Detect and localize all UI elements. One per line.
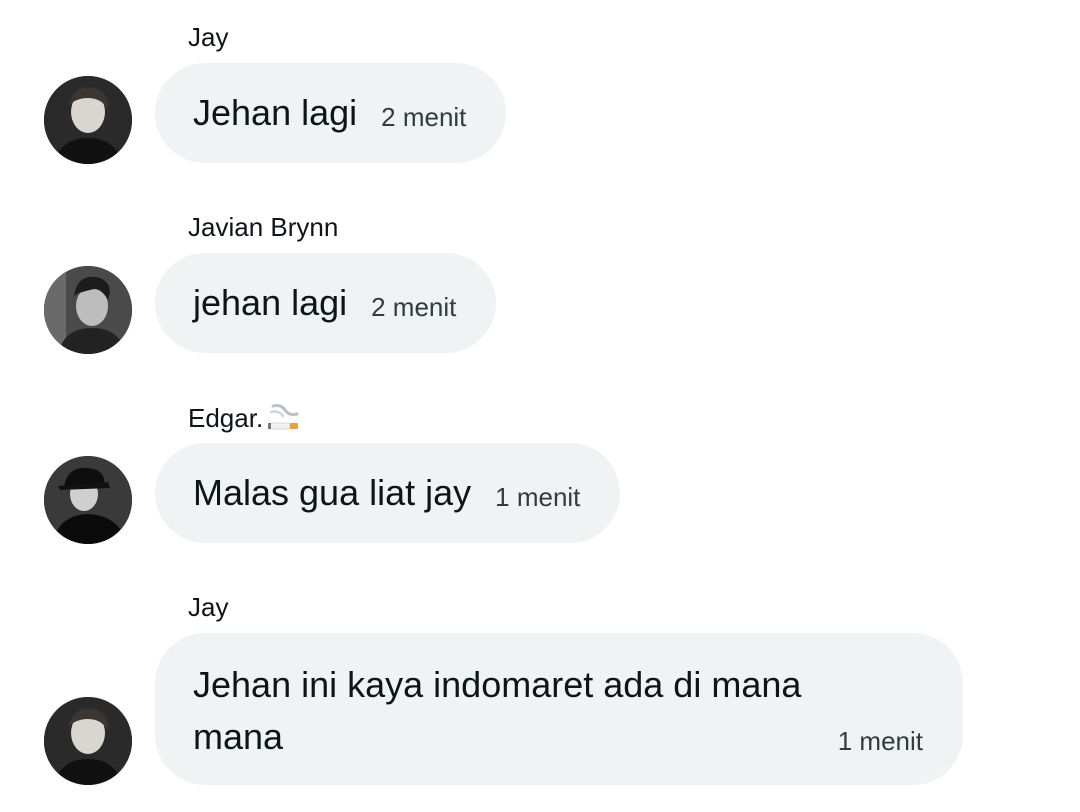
message-text: Jehan lagi bbox=[193, 92, 358, 133]
sender-name[interactable]: Javian Brynn bbox=[188, 212, 338, 242]
avatar-image bbox=[44, 266, 132, 354]
message-text: Malas gua liat jay bbox=[193, 472, 472, 513]
sender-name[interactable]: Edgar. bbox=[188, 402, 301, 438]
avatar[interactable] bbox=[44, 76, 132, 164]
avatar-image bbox=[44, 456, 132, 544]
message-bubble[interactable]: Jehan ini kaya indomaret ada di mana man… bbox=[155, 633, 963, 785]
avatar-image bbox=[44, 697, 132, 785]
sender-name-text: Edgar. bbox=[188, 402, 264, 433]
message-bubble[interactable]: Malas gua liat jay 1 menit bbox=[155, 443, 621, 543]
message-time: 1 menit bbox=[495, 481, 581, 512]
avatar[interactable] bbox=[44, 266, 132, 354]
avatar-image bbox=[44, 76, 132, 164]
cigarette-emoji-icon bbox=[267, 402, 301, 438]
message-text: Jehan ini kaya indomaret ada di mana man… bbox=[193, 664, 802, 757]
avatar[interactable] bbox=[44, 697, 132, 785]
sender-name[interactable]: Jay bbox=[188, 592, 228, 622]
message-time: 2 menit bbox=[371, 291, 457, 322]
avatar[interactable] bbox=[44, 456, 132, 544]
message-bubble[interactable]: Jehan lagi 2 menit bbox=[155, 63, 507, 163]
sender-name[interactable]: Jay bbox=[188, 22, 228, 52]
message-time: 2 menit bbox=[381, 101, 467, 132]
message-text: jehan lagi bbox=[193, 282, 348, 323]
message-time: 1 menit bbox=[837, 726, 923, 756]
message-bubble[interactable]: jehan lagi 2 menit bbox=[155, 253, 497, 353]
